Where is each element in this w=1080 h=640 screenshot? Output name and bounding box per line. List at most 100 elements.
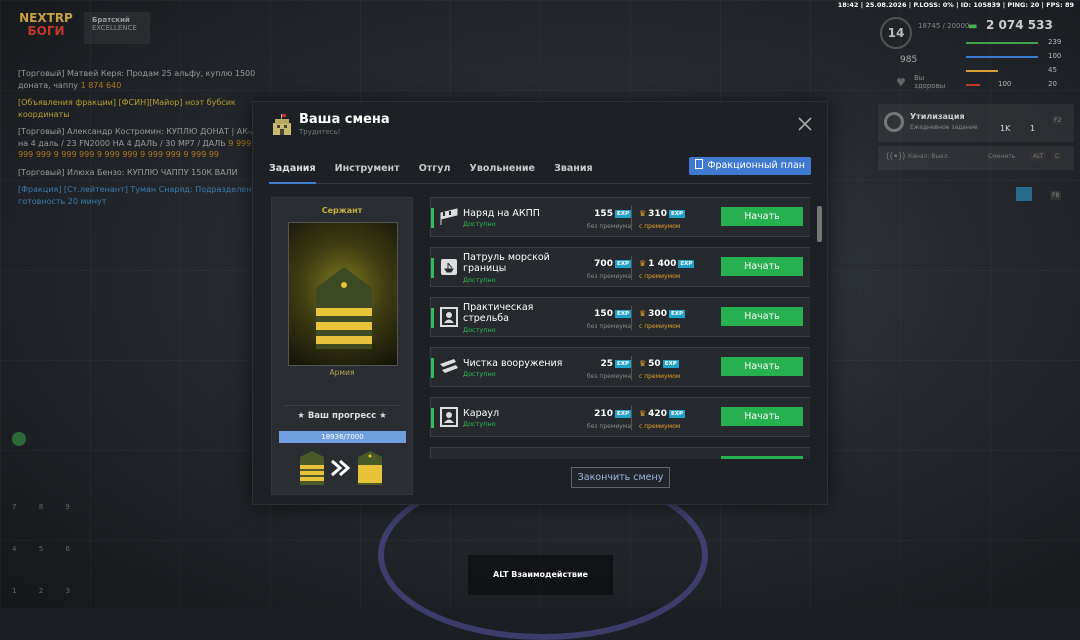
task-list: Наряд на АКПП Доступно 155 EXP без премиу… (430, 197, 810, 459)
daily-task-panel[interactable]: Утилизация Ежедневное задание 1K 1 F2 (878, 104, 1074, 142)
without-premium-label: без премиума (586, 423, 631, 430)
with-premium-label: с премиумом (639, 373, 681, 380)
guard-icon (440, 407, 458, 427)
shield-icon (12, 432, 26, 446)
task-status: Доступно (463, 220, 496, 228)
key-alt: ALT (1030, 152, 1047, 161)
with-premium-label: с премиумом (639, 423, 681, 430)
crown-icon: ♛ (639, 359, 647, 368)
server-badge: Братский EXCELLENCE (84, 12, 150, 44)
server-name: Братский (92, 16, 130, 24)
chat-message: [Торговый] Илюха Бензо: КУПЛЮ ЧАППУ 150К… (18, 167, 238, 177)
faction-plan-button[interactable]: Фракционный план (689, 157, 811, 175)
separator (631, 206, 632, 230)
military-base-icon (273, 114, 291, 135)
progress-bar: 18936/7000 (279, 431, 406, 443)
pulse-value: 239 (1048, 38, 1062, 46)
modal-title: Ваша смена (299, 112, 390, 127)
health-status: Вы здоровы (914, 74, 946, 90)
server-logo: NEXTRP БОГИ (14, 12, 78, 46)
plan-icon (695, 159, 704, 169)
faction-plan-label: Фракционный план (707, 160, 805, 171)
money-value: 2 074 533 (986, 18, 1053, 32)
divider (284, 405, 400, 406)
task-exp-premium: ♛ 310 EXP (639, 209, 685, 219)
chat-message: [Фракция] [Ст.лейтенант] Туман Снаряд: П… (18, 185, 262, 206)
task-row: Караул Доступно 210 EXP без премиума ♛ 420… (430, 397, 810, 437)
tab-leave[interactable]: Отгул (419, 158, 451, 182)
numpad-row: 1 2 3 (12, 587, 70, 595)
channel-switch-label: Сменить (988, 153, 1016, 160)
close-icon[interactable] (797, 116, 813, 132)
calendar-icon[interactable] (1016, 187, 1032, 201)
start-task-button[interactable]: Начать (721, 407, 803, 426)
start-task-button[interactable]: Начать (721, 257, 803, 276)
chat-message: [Объявления фракции] [ФСИН][Майор] ноэт … (18, 98, 236, 119)
key-c: C (1052, 152, 1063, 161)
task-exp-premium: ♛ 50 EXP (639, 359, 679, 369)
tab-tasks[interactable]: Задания (269, 158, 316, 184)
task-accent (431, 258, 434, 278)
gates-icon (440, 208, 458, 225)
key-f2: F2 (1052, 116, 1064, 125)
channel-label: Канал: Выкл. (908, 153, 950, 160)
task-accent (431, 308, 434, 328)
progress-text: 18936/7000 (321, 433, 364, 441)
rank-title: Сержант (321, 206, 363, 215)
rank-image (288, 222, 398, 366)
separator (631, 406, 632, 430)
progress-label: ★ Ваш прогресс ★ (297, 411, 387, 421)
task-row: Практическая стрельба Доступно 150 EXP бе… (430, 297, 810, 337)
task-status: Доступно (463, 326, 496, 334)
start-task-button[interactable]: Начать (721, 207, 803, 226)
stat-bar-energy (966, 56, 1038, 58)
rank-card: Сержант Армия ★ Ваш прогресс ★ 18936/700… (271, 197, 413, 495)
with-premium-label: с премиумом (639, 223, 681, 230)
stat-985: 985 (900, 55, 918, 65)
separator (631, 306, 632, 330)
task-row: Патруль морской границы Доступно 700 EXP … (430, 247, 810, 287)
heart-icon: ♥ (896, 76, 906, 89)
task-name: Практическая стрельба (463, 302, 534, 324)
armor-value: 100 (998, 80, 1012, 88)
task-accent (431, 408, 434, 428)
cash-icon: ▬ (968, 21, 978, 32)
task-accent (431, 358, 434, 378)
voice-channel-panel[interactable]: ((•)) Канал: Выкл. Сменить ALT C (878, 146, 1074, 170)
tab-ranks[interactable]: Звания (554, 158, 593, 182)
finish-shift-button[interactable]: Закончить смену (571, 467, 670, 488)
with-premium-label: с премиумом (639, 273, 681, 280)
task-row: Наряд на АКПП Доступно 155 EXP без премиу… (430, 197, 810, 237)
modal-subtitle: Трудитесь! (299, 128, 341, 136)
sergeant-insignia-icon (316, 267, 372, 349)
separator (631, 256, 632, 280)
modal-tabs: Задания Инструмент Отгул Увольнение Зван… (269, 156, 811, 184)
chat-message: [Торговый] Александр Костромин: КУПЛЮ ДО… (18, 127, 278, 159)
crown-icon: ♛ (639, 409, 647, 418)
numpad-row: 4 5 6 (12, 545, 70, 553)
tab-tools[interactable]: Инструмент (335, 158, 400, 182)
tab-resign[interactable]: Увольнение (470, 158, 536, 182)
radio-icon: ((•)) (886, 152, 906, 162)
task-name: Караул (463, 408, 500, 419)
task-row-partial (430, 447, 810, 459)
without-premium-label: без премиума (586, 273, 631, 280)
crown-icon: ♛ (639, 259, 647, 268)
energy-value: 100 (1048, 52, 1062, 60)
start-task-button[interactable] (721, 456, 803, 459)
with-premium-label: с премиумом (639, 323, 681, 330)
task-name: Патруль морской границы (463, 252, 550, 274)
recycle-icon (884, 112, 904, 132)
task-accent (431, 208, 434, 228)
target-icon (440, 307, 458, 327)
task-exp-premium: ♛ 420 EXP (639, 409, 685, 419)
task-exp: 210 EXP (594, 409, 631, 419)
task-list-scrollbar[interactable] (817, 206, 822, 242)
crown-icon: ♛ (639, 209, 647, 218)
hunger-value: 20 (1048, 80, 1057, 88)
task-exp: 700 EXP (594, 259, 631, 269)
task-exp: 155 EXP (594, 209, 631, 219)
start-task-button[interactable]: Начать (721, 307, 803, 326)
rank-upgrade-icon (300, 451, 382, 485)
start-task-button[interactable]: Начать (721, 357, 803, 376)
